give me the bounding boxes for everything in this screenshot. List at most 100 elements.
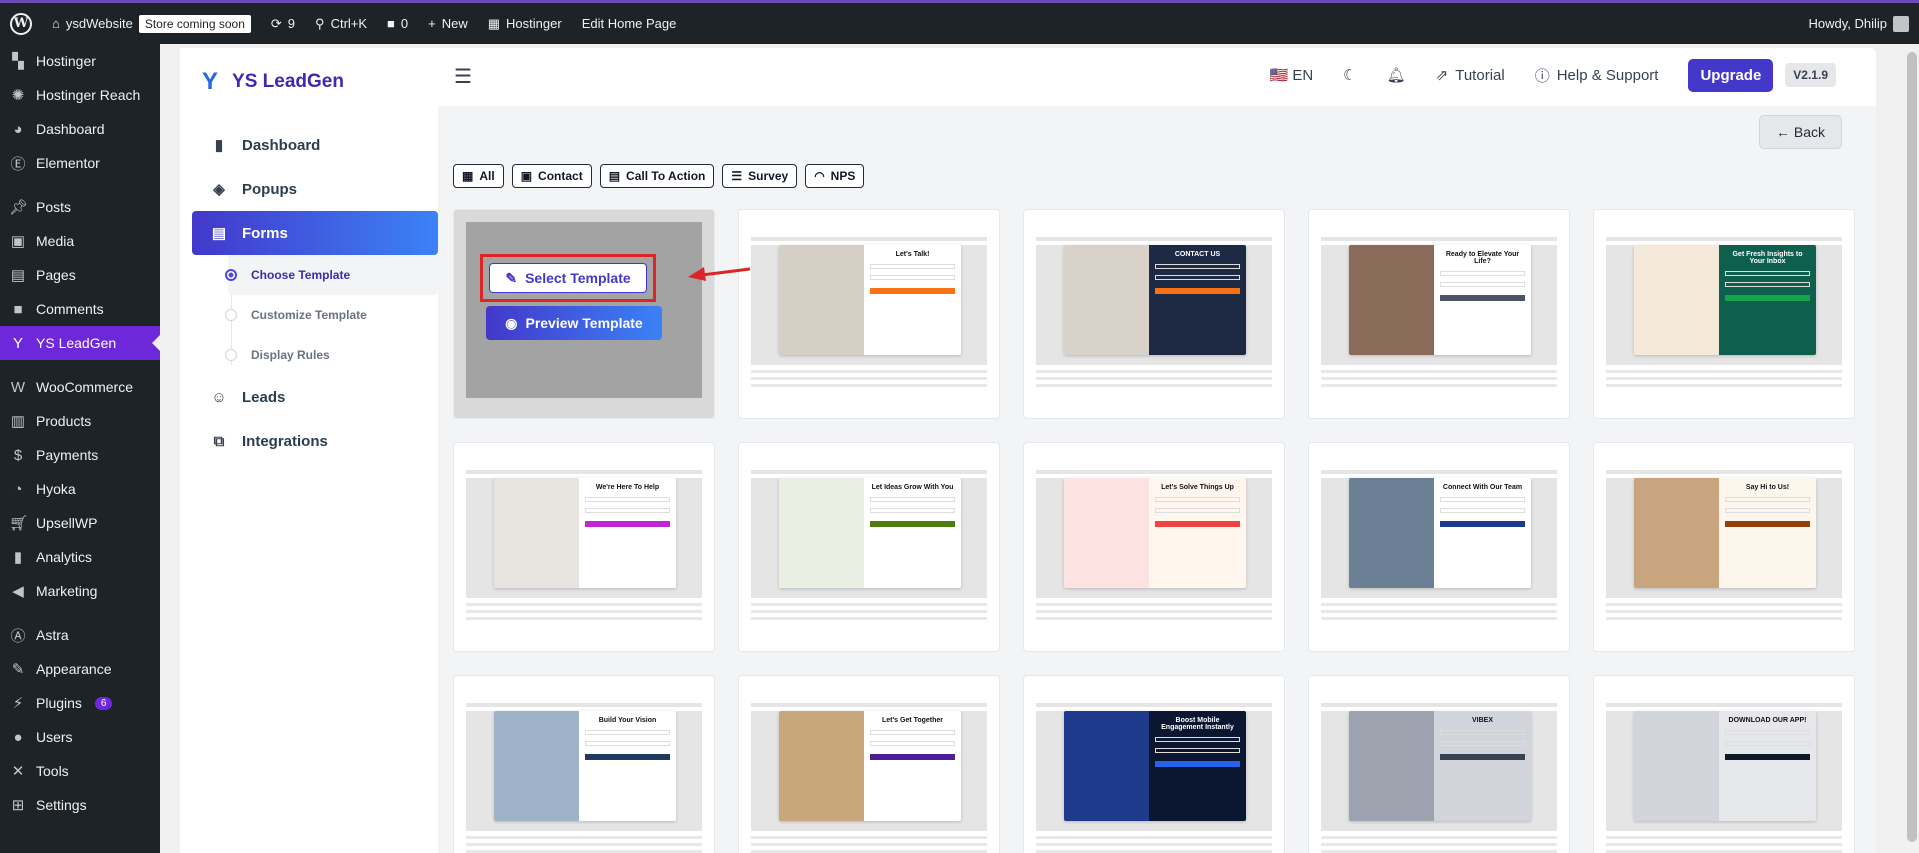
wpmenu-item-settings[interactable]: ⊞ Settings [0,788,160,822]
form-icon: ▤ [211,225,227,242]
brand[interactable]: Y YS LeadGen [202,68,344,96]
template-card[interactable]: Let Ideas Grow With You [738,442,1000,652]
template-card[interactable]: Let's Get Together [738,675,1000,853]
gauge-icon: ◠ [814,169,825,183]
nav-dashboard[interactable]: ▮ Dashboard [192,123,438,167]
wpmenu-item-marketing[interactable]: ◀ Marketing [0,574,160,608]
wpmenu-item-plugins[interactable]: ⚡︎ Plugins 6 [0,686,160,720]
wpmenu-item-woocommerce[interactable]: W WooCommerce [0,370,160,404]
wpmenu-item-label: WooCommerce [36,379,133,395]
wpmenu-item-media[interactable]: ▣ Media [0,224,160,258]
search-shortcut[interactable]: ⚲ Ctrl+K [305,3,377,44]
dark-mode-toggle-icon[interactable]: ☾ [1343,66,1356,84]
nav-popups[interactable]: ◈ Popups [192,167,438,211]
page-wireframe-lines [466,603,702,621]
plus-icon: + [428,16,436,31]
submenu-customize-template[interactable]: Customize Template [225,295,438,335]
upgrade-button[interactable]: Upgrade [1688,58,1774,92]
template-heading: Ready to Elevate Your Life? [1445,251,1520,265]
back-button[interactable]: ← Back [1758,115,1842,149]
wpmenu-item-hyoka[interactable]: ◔ Hyoka [0,472,160,506]
nav-forms[interactable]: ▤ Forms [192,211,438,255]
wpmenu-item-dashboard[interactable]: ◕ Dashboard [0,112,160,146]
filter-contact[interactable]: ▣ Contact [511,164,592,188]
template-form-field [1725,508,1810,513]
hostinger-link[interactable]: ▦ Hostinger [478,3,572,44]
bar-chart-icon: ▮ [13,549,23,566]
template-card[interactable]: VIBEX [1308,675,1570,853]
submenu-choose-template[interactable]: Choose Template [225,255,438,295]
wpmenu-item-users[interactable]: ● Users [0,720,160,754]
wpmenu-item-payments[interactable]: $ Payments [0,438,160,472]
wpmenu-item-elementor[interactable]: Ⓔ Elementor [0,146,160,180]
template-form-preview: We're Here To Help [579,478,676,588]
preview-template-button[interactable]: ◉ Preview Template [486,306,662,340]
tutorial-link[interactable]: ⇗ Tutorial [1436,66,1505,85]
template-heading: Build Your Vision [598,717,657,724]
filter-nps[interactable]: ◠ NPS [805,164,865,188]
scrollbar-thumb[interactable] [1907,52,1917,842]
wpmenu-item-analytics[interactable]: ▮ Analytics [0,540,160,574]
wpmenu-item-hostinger[interactable]: ▚ Hostinger [0,44,160,78]
template-card[interactable]: We're Here To Help [453,442,715,652]
template-card[interactable]: CONTACT US [1023,209,1285,419]
comments-link[interactable]: ■ 0 [377,3,418,44]
wpmenu-item-pages[interactable]: ▤ Pages [0,258,160,292]
nav-integrations[interactable]: ⧉ Integrations [192,419,438,463]
template-form-field [1725,497,1810,502]
wpmenu-item-ys-leadgen[interactable]: Y YS LeadGen [0,326,160,360]
template-form-field [585,497,670,502]
language-selector[interactable]: 🇺🇸 EN [1269,66,1313,84]
account-menu[interactable]: Howdy, Dhilip [1798,3,1919,44]
help-support-link[interactable]: ⓘ Help & Support [1535,65,1659,86]
template-image [494,711,579,821]
template-card[interactable]: Build Your Vision [453,675,715,853]
template-card[interactable]: Let's Solve Things Up [1023,442,1285,652]
template-card[interactable]: DOWNLOAD OUR APP! [1593,675,1855,853]
template-card[interactable]: Boost Mobile Engagement Instantly [1023,675,1285,853]
submenu-display-rules[interactable]: Display Rules [225,335,438,375]
template-form-button [870,288,955,294]
menu-toggle-icon[interactable]: ☰ [454,64,472,89]
wpmenu-item-posts[interactable]: 📌︎ Posts [0,190,160,224]
wpmenu-item-hostinger-reach[interactable]: ✺ Hostinger Reach [0,78,160,112]
nav-leads[interactable]: ☺ Leads [192,375,438,419]
wpmenu-item-appearance[interactable]: ✎ Appearance [0,652,160,686]
wpmenu-item-label: Products [36,413,92,429]
notifications-bell-icon[interactable]: 🔔︎ [1387,66,1406,84]
template-card[interactable]: Connect With Our Team [1308,442,1570,652]
pin-icon: 📌︎ [9,199,29,216]
template-form-preview: Boost Mobile Engagement Instantly [1149,711,1246,821]
wpmenu-item-label: YS LeadGen [36,335,117,351]
filter-survey[interactable]: ☰ Survey [722,164,798,188]
wpmenu-item-comments[interactable]: ■ Comments [0,292,160,326]
page-wireframe-lines [751,603,987,621]
template-thumbnail: We're Here To Help [494,478,676,588]
wpmenu-item-upsellwp[interactable]: 🛒︎ UpsellWP [0,506,160,540]
template-heading: We're Here To Help [595,484,660,491]
wpmenu-item-tools[interactable]: ✕ Tools [0,754,160,788]
settings-icon: ⊞ [11,797,25,814]
wordpress-logo-icon[interactable]: W [0,3,42,44]
annotation-arrow-icon [688,267,751,281]
edit-page-link[interactable]: Edit Home Page [572,3,687,44]
template-card[interactable]: Get Fresh Insights to Your Inbox [1593,209,1855,419]
select-template-button[interactable]: ✎ Select Template [489,263,647,293]
template-card[interactable]: Say Hi to Us! [1593,442,1855,652]
new-content-link[interactable]: + New [418,3,478,44]
step-dot-icon [225,349,237,361]
page-scrollbar[interactable] [1905,44,1919,853]
template-form-field [870,264,955,269]
site-name-link[interactable]: ⌂ ysdWebsite Store coming soon [42,3,261,44]
updates-link[interactable]: ⟳ 9 [261,3,305,44]
template-card[interactable]: Let's Talk! [738,209,1000,419]
filter-all[interactable]: ▦ All [453,164,504,188]
wpmenu-item-products[interactable]: ▥ Products [0,404,160,438]
wpmenu-item-astra[interactable]: Ⓐ Astra [0,618,160,652]
template-image [779,711,864,821]
template-card[interactable]: ✎ Select Template ◉ Preview Template [453,209,715,419]
template-heading: Boost Mobile Engagement Instantly [1161,717,1234,731]
filter-call-to-action[interactable]: ▤ Call To Action [599,164,715,188]
template-card[interactable]: Ready to Elevate Your Life? [1308,209,1570,419]
template-form-field [1440,271,1525,276]
